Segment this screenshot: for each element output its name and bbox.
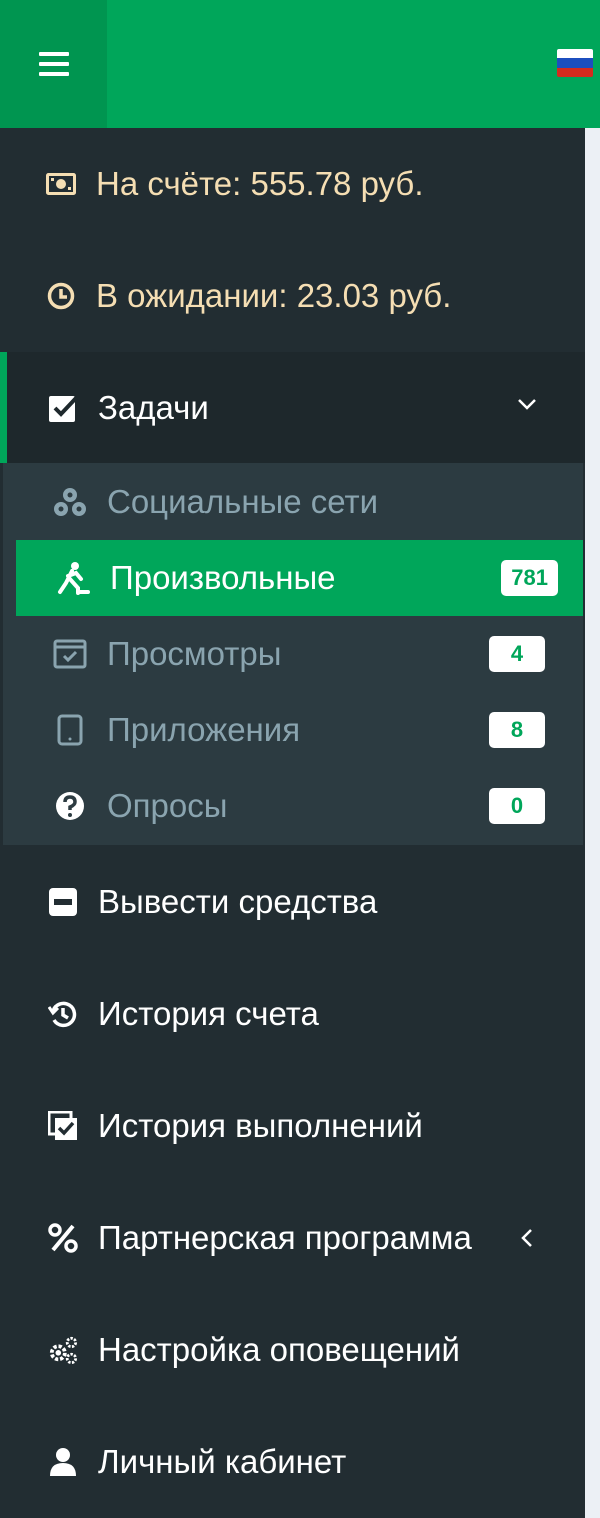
menu-item-withdraw[interactable]: Вывести средства xyxy=(0,846,585,958)
menu-item-cabinet-label: Личный кабинет xyxy=(98,1443,347,1480)
count-badge: 4 xyxy=(489,636,545,672)
menu-item-completion-history-label: История выполнений xyxy=(98,1107,423,1144)
flag-ru-icon[interactable] xyxy=(557,49,593,77)
menu-item-completion-history[interactable]: История выполнений xyxy=(0,1070,585,1182)
balance-account-text: На счёте: 555.78 руб. xyxy=(96,165,424,202)
submenu-item-custom[interactable]: Произвольные 781 xyxy=(16,540,583,616)
count-badge: 781 xyxy=(501,560,558,596)
submenu-item-views-label: Просмотры xyxy=(107,635,282,672)
checkbox-icon xyxy=(48,393,78,423)
menu-item-tasks-label: Задачи xyxy=(98,388,209,426)
menu-item-partner-label: Партнерская программа xyxy=(98,1219,472,1256)
balance-account: На счёте: 555.78 руб. xyxy=(0,128,585,240)
menu-item-partner[interactable]: Партнерская программа xyxy=(0,1182,585,1294)
menu-item-notifications[interactable]: Настройка оповещений xyxy=(0,1294,585,1406)
submenu-item-social-label: Социальные сети xyxy=(107,483,379,520)
chevron-left-icon[interactable] xyxy=(520,1228,534,1248)
submenu-item-apps-label: Приложения xyxy=(107,711,301,748)
cogs-icon xyxy=(48,1335,78,1365)
submenu-item-polls[interactable]: Опросы 0 xyxy=(3,768,583,844)
balance-pending: В ожидании: 23.03 руб. xyxy=(0,240,585,352)
menu-item-tasks[interactable]: Задачи xyxy=(0,352,585,463)
custom-task-icon xyxy=(56,561,90,595)
menu-item-account-history[interactable]: История счета xyxy=(0,958,585,1070)
count-badge: 8 xyxy=(489,712,545,748)
menu-item-withdraw-label: Вывести средства xyxy=(98,883,378,920)
menu-item-account-history-label: История счета xyxy=(98,995,319,1032)
browser-check-icon xyxy=(53,637,87,671)
question-icon xyxy=(53,789,87,823)
user-icon xyxy=(48,1447,78,1477)
top-header xyxy=(0,0,600,128)
clock-icon xyxy=(46,281,76,311)
social-icon xyxy=(53,485,87,519)
count-badge: 0 xyxy=(489,788,545,824)
page-content-edge xyxy=(585,128,600,1518)
tasks-submenu: Социальные сети Произвольные 781 Просмот… xyxy=(3,463,583,845)
history-icon xyxy=(48,999,78,1029)
balance-pending-text: В ожидании: 23.03 руб. xyxy=(96,277,452,314)
money-icon xyxy=(46,169,76,199)
chevron-down-icon[interactable] xyxy=(517,394,537,414)
percent-icon xyxy=(48,1223,78,1253)
menu-item-cabinet[interactable]: Личный кабинет xyxy=(0,1406,585,1518)
submenu-item-views[interactable]: Просмотры 4 xyxy=(3,616,583,692)
submenu-item-polls-label: Опросы xyxy=(107,787,228,824)
submenu-item-social[interactable]: Социальные сети xyxy=(3,464,583,540)
tablet-icon xyxy=(53,713,87,747)
minus-square-icon xyxy=(48,887,78,917)
submenu-item-apps[interactable]: Приложения 8 xyxy=(3,692,583,768)
menu-item-notifications-label: Настройка оповещений xyxy=(98,1331,460,1368)
copy-check-icon xyxy=(48,1111,78,1141)
menu-toggle-button[interactable] xyxy=(0,0,107,128)
hamburger-icon xyxy=(38,52,69,76)
submenu-item-custom-label: Произвольные xyxy=(110,559,336,596)
